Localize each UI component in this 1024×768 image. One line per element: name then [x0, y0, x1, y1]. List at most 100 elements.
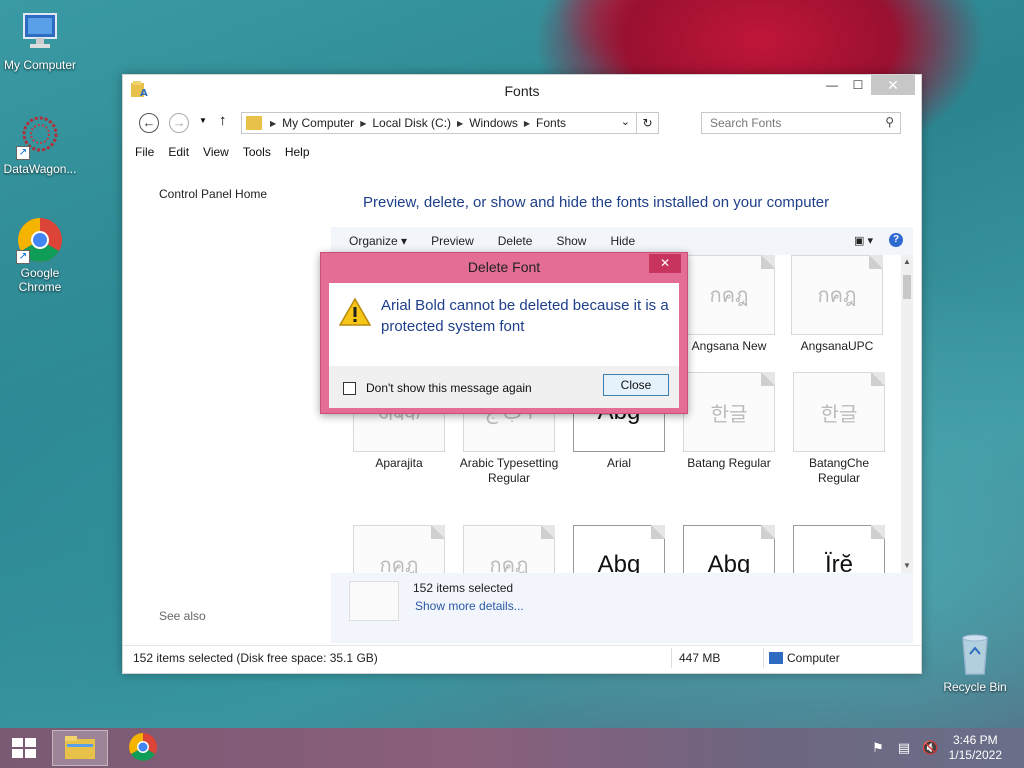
- selection-count: 152 items selected: [413, 581, 514, 595]
- font-name: Batang Regular: [687, 456, 771, 470]
- desktop-icon-recycle-bin[interactable]: Recycle Bin: [935, 630, 1015, 694]
- network-icon[interactable]: ▤: [896, 740, 912, 756]
- chrome-icon: [129, 733, 157, 761]
- menu-file[interactable]: File: [135, 145, 154, 159]
- desktop-icon-label: Recycle Bin: [943, 680, 1007, 694]
- maximize-button[interactable]: ☐: [845, 75, 871, 95]
- font-preview: กคฎ: [353, 525, 445, 575]
- minimize-button[interactable]: —: [819, 75, 845, 95]
- window-title: Fonts: [504, 83, 540, 99]
- show-more-details-link[interactable]: Show more details...: [415, 599, 524, 613]
- font-preview: Abg: [573, 525, 665, 575]
- font-tile[interactable]: กคฎ: [347, 525, 451, 575]
- desktop-icon-datawagon[interactable]: ↗ DataWagon...: [0, 112, 80, 176]
- warning-icon: [338, 297, 372, 327]
- address-bar[interactable]: ▶ My Computer ▶ Local Disk (C:) ▶ Window…: [241, 112, 659, 134]
- action-center-flag-icon[interactable]: ⚑: [870, 740, 886, 756]
- dialog-title: Delete Font: [467, 259, 541, 275]
- organize-button[interactable]: Organize ▾: [349, 234, 407, 248]
- status-location: Computer: [787, 651, 840, 665]
- show-button[interactable]: Show: [556, 234, 586, 248]
- recent-locations-icon[interactable]: ▼: [199, 116, 207, 125]
- desktop-icon-my-computer[interactable]: My Computer: [0, 8, 80, 72]
- breadcrumb-item[interactable]: Local Disk (C:): [372, 116, 451, 130]
- font-preview: Abg: [683, 525, 775, 575]
- font-name: Angsana New: [691, 339, 767, 353]
- breadcrumb-item[interactable]: My Computer: [282, 116, 354, 130]
- search-placeholder: Search Fonts: [710, 116, 782, 130]
- vertical-scrollbar[interactable]: ▲ ▼: [901, 255, 913, 577]
- search-input[interactable]: Search Fonts ⚲: [701, 112, 901, 134]
- control-panel-home-link[interactable]: Control Panel Home: [159, 187, 267, 201]
- font-preview: Ïrĕ: [793, 525, 885, 575]
- dialog-message: Arial Bold cannot be deleted because it …: [381, 297, 669, 335]
- computer-icon: [16, 8, 64, 56]
- preview-button[interactable]: Preview: [431, 234, 474, 248]
- shortcut-arrow-icon: ↗: [16, 146, 30, 160]
- chevron-right-icon: ▶: [270, 118, 277, 128]
- desktop-icon-label: DataWagon...: [3, 162, 77, 176]
- help-icon[interactable]: ?: [889, 233, 903, 247]
- system-clock[interactable]: 3:46 PM 1/15/2022: [949, 733, 1002, 763]
- forward-button[interactable]: →: [169, 113, 189, 133]
- font-tile[interactable]: กคฎ AngsanaUPC: [785, 255, 889, 354]
- breadcrumb-item[interactable]: Windows: [469, 116, 518, 130]
- clock-time: 3:46 PM: [952, 733, 998, 747]
- see-also-heading: See also: [159, 609, 206, 623]
- menu-help[interactable]: Help: [285, 145, 310, 159]
- menu-bar: File Edit View Tools Help: [123, 141, 921, 163]
- font-preview: กคฎ: [463, 525, 555, 575]
- font-tile[interactable]: กคฎ: [457, 525, 561, 575]
- font-tile[interactable]: Abg: [677, 525, 781, 575]
- font-tile[interactable]: กคฎ Angsana New: [677, 255, 781, 354]
- chevron-right-icon: ▶: [457, 118, 464, 128]
- font-name: Arial: [606, 456, 631, 470]
- desktop-icon-label: Google Chrome: [18, 266, 62, 294]
- font-tile[interactable]: Abg: [567, 525, 671, 575]
- back-button[interactable]: ←: [139, 113, 159, 133]
- taskbar: ⚑ ▤ 🔇 3:46 PM 1/15/2022: [0, 728, 1024, 768]
- scroll-up-icon[interactable]: ▲: [901, 257, 913, 271]
- dialog-body: Arial Bold cannot be deleted because it …: [329, 283, 679, 366]
- close-window-button[interactable]: ✕: [871, 75, 915, 95]
- breadcrumb-item[interactable]: Fonts: [536, 116, 566, 130]
- taskbar-file-explorer[interactable]: [52, 730, 108, 766]
- scroll-thumb[interactable]: [903, 275, 911, 299]
- command-bar: Organize ▾ Preview Delete Show Hide ▣ ▾ …: [331, 227, 913, 255]
- volume-muted-icon[interactable]: 🔇: [922, 740, 938, 756]
- dialog-close-icon[interactable]: ✕: [649, 254, 681, 273]
- dont-show-again-checkbox[interactable]: [343, 382, 356, 395]
- menu-tools[interactable]: Tools: [243, 145, 271, 159]
- windows-logo-icon: [12, 738, 36, 758]
- menu-edit[interactable]: Edit: [168, 145, 189, 159]
- start-button[interactable]: [10, 736, 38, 760]
- font-name: AngsanaUPC: [800, 339, 874, 353]
- up-button[interactable]: ↑: [219, 112, 227, 129]
- taskbar-chrome[interactable]: [116, 730, 172, 766]
- menu-view[interactable]: View: [203, 145, 229, 159]
- search-icon: ⚲: [885, 115, 894, 129]
- dialog-footer: Don't show this message again Close: [329, 366, 679, 408]
- navigation-bar: ← → ▼ ↑ ▶ My Computer ▶ Local Disk (C:) …: [123, 105, 921, 137]
- refresh-icon[interactable]: ↻: [636, 113, 658, 133]
- font-tile[interactable]: 한글 Batang Regular: [677, 372, 781, 471]
- delete-font-dialog: Delete Font ✕ Arial Bold cannot be delet…: [320, 252, 688, 414]
- status-selection: 152 items selected (Disk free space: 35.…: [133, 651, 378, 665]
- font-preview: 한글: [793, 372, 885, 452]
- font-tile[interactable]: Ïrĕ: [787, 525, 891, 575]
- font-preview: กคฎ: [683, 255, 775, 335]
- close-button[interactable]: Close: [603, 374, 669, 396]
- delete-button[interactable]: Delete: [498, 234, 533, 248]
- clock-date: 1/15/2022: [948, 748, 1002, 762]
- hide-button[interactable]: Hide: [610, 234, 635, 248]
- view-options-icon[interactable]: ▣ ▾: [854, 234, 873, 247]
- datawagon-icon: ↗: [16, 112, 64, 160]
- chrome-icon: ↗: [16, 216, 64, 264]
- address-dropdown-icon[interactable]: ⌄: [621, 115, 630, 128]
- desktop-icon-chrome[interactable]: ↗ Google Chrome: [0, 216, 80, 294]
- font-tile[interactable]: 한글 BatangChe Regular: [787, 372, 891, 486]
- chevron-right-icon: ▶: [360, 118, 367, 128]
- checkbox-label[interactable]: Don't show this message again: [366, 381, 532, 395]
- page-heading: Preview, delete, or show and hide the fo…: [363, 194, 830, 211]
- shortcut-arrow-icon: ↗: [16, 250, 30, 264]
